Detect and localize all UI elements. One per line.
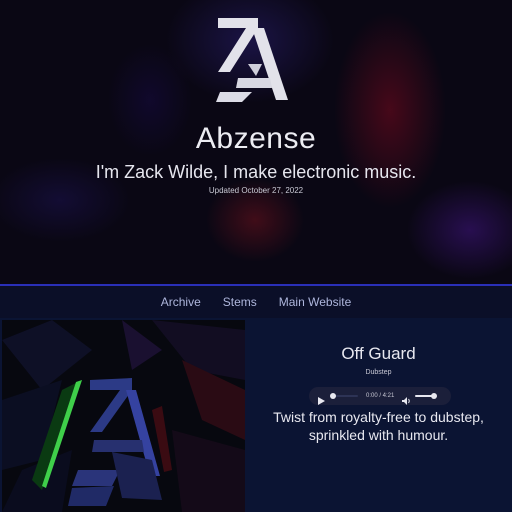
tagline: I'm Zack Wilde, I make electronic music. [95, 162, 417, 182]
nav-stems-link[interactable]: Stems [223, 295, 257, 309]
track-genre: Dubstep [365, 369, 392, 376]
play-icon [318, 397, 325, 405]
updated-date: Updated October 27, 2022 [208, 186, 304, 195]
time-display: 0:00 / 4:21 [366, 393, 395, 399]
page-title: Abzense [195, 122, 317, 155]
track-title: Off Guard [341, 344, 416, 363]
hero-header: Abzense I'm Zack Wilde, I make electroni… [0, 0, 512, 284]
play-button[interactable] [317, 392, 325, 405]
album-art [2, 320, 245, 512]
audio-player: 0:00 / 4:21 [309, 387, 451, 405]
main-nav: Archive Stems Main Website [0, 284, 512, 318]
track-info: Off Guard Dubstep 0:00 / 4:21 Twist from… [245, 318, 512, 512]
speaker-icon [402, 397, 411, 405]
track-card: Off Guard Dubstep 0:00 / 4:21 Twist from… [0, 318, 512, 512]
nav-archive-link[interactable]: Archive [161, 295, 201, 309]
seek-handle[interactable] [330, 393, 336, 399]
volume-handle[interactable] [431, 393, 438, 399]
nav-main-website-link[interactable]: Main Website [279, 295, 351, 309]
mute-button[interactable] [402, 392, 411, 405]
volume-slider[interactable] [415, 393, 438, 399]
track-description: Twist from royalty-free to dubstep, spri… [273, 409, 484, 443]
za-logo [216, 18, 288, 102]
seek-bar[interactable] [330, 393, 358, 399]
